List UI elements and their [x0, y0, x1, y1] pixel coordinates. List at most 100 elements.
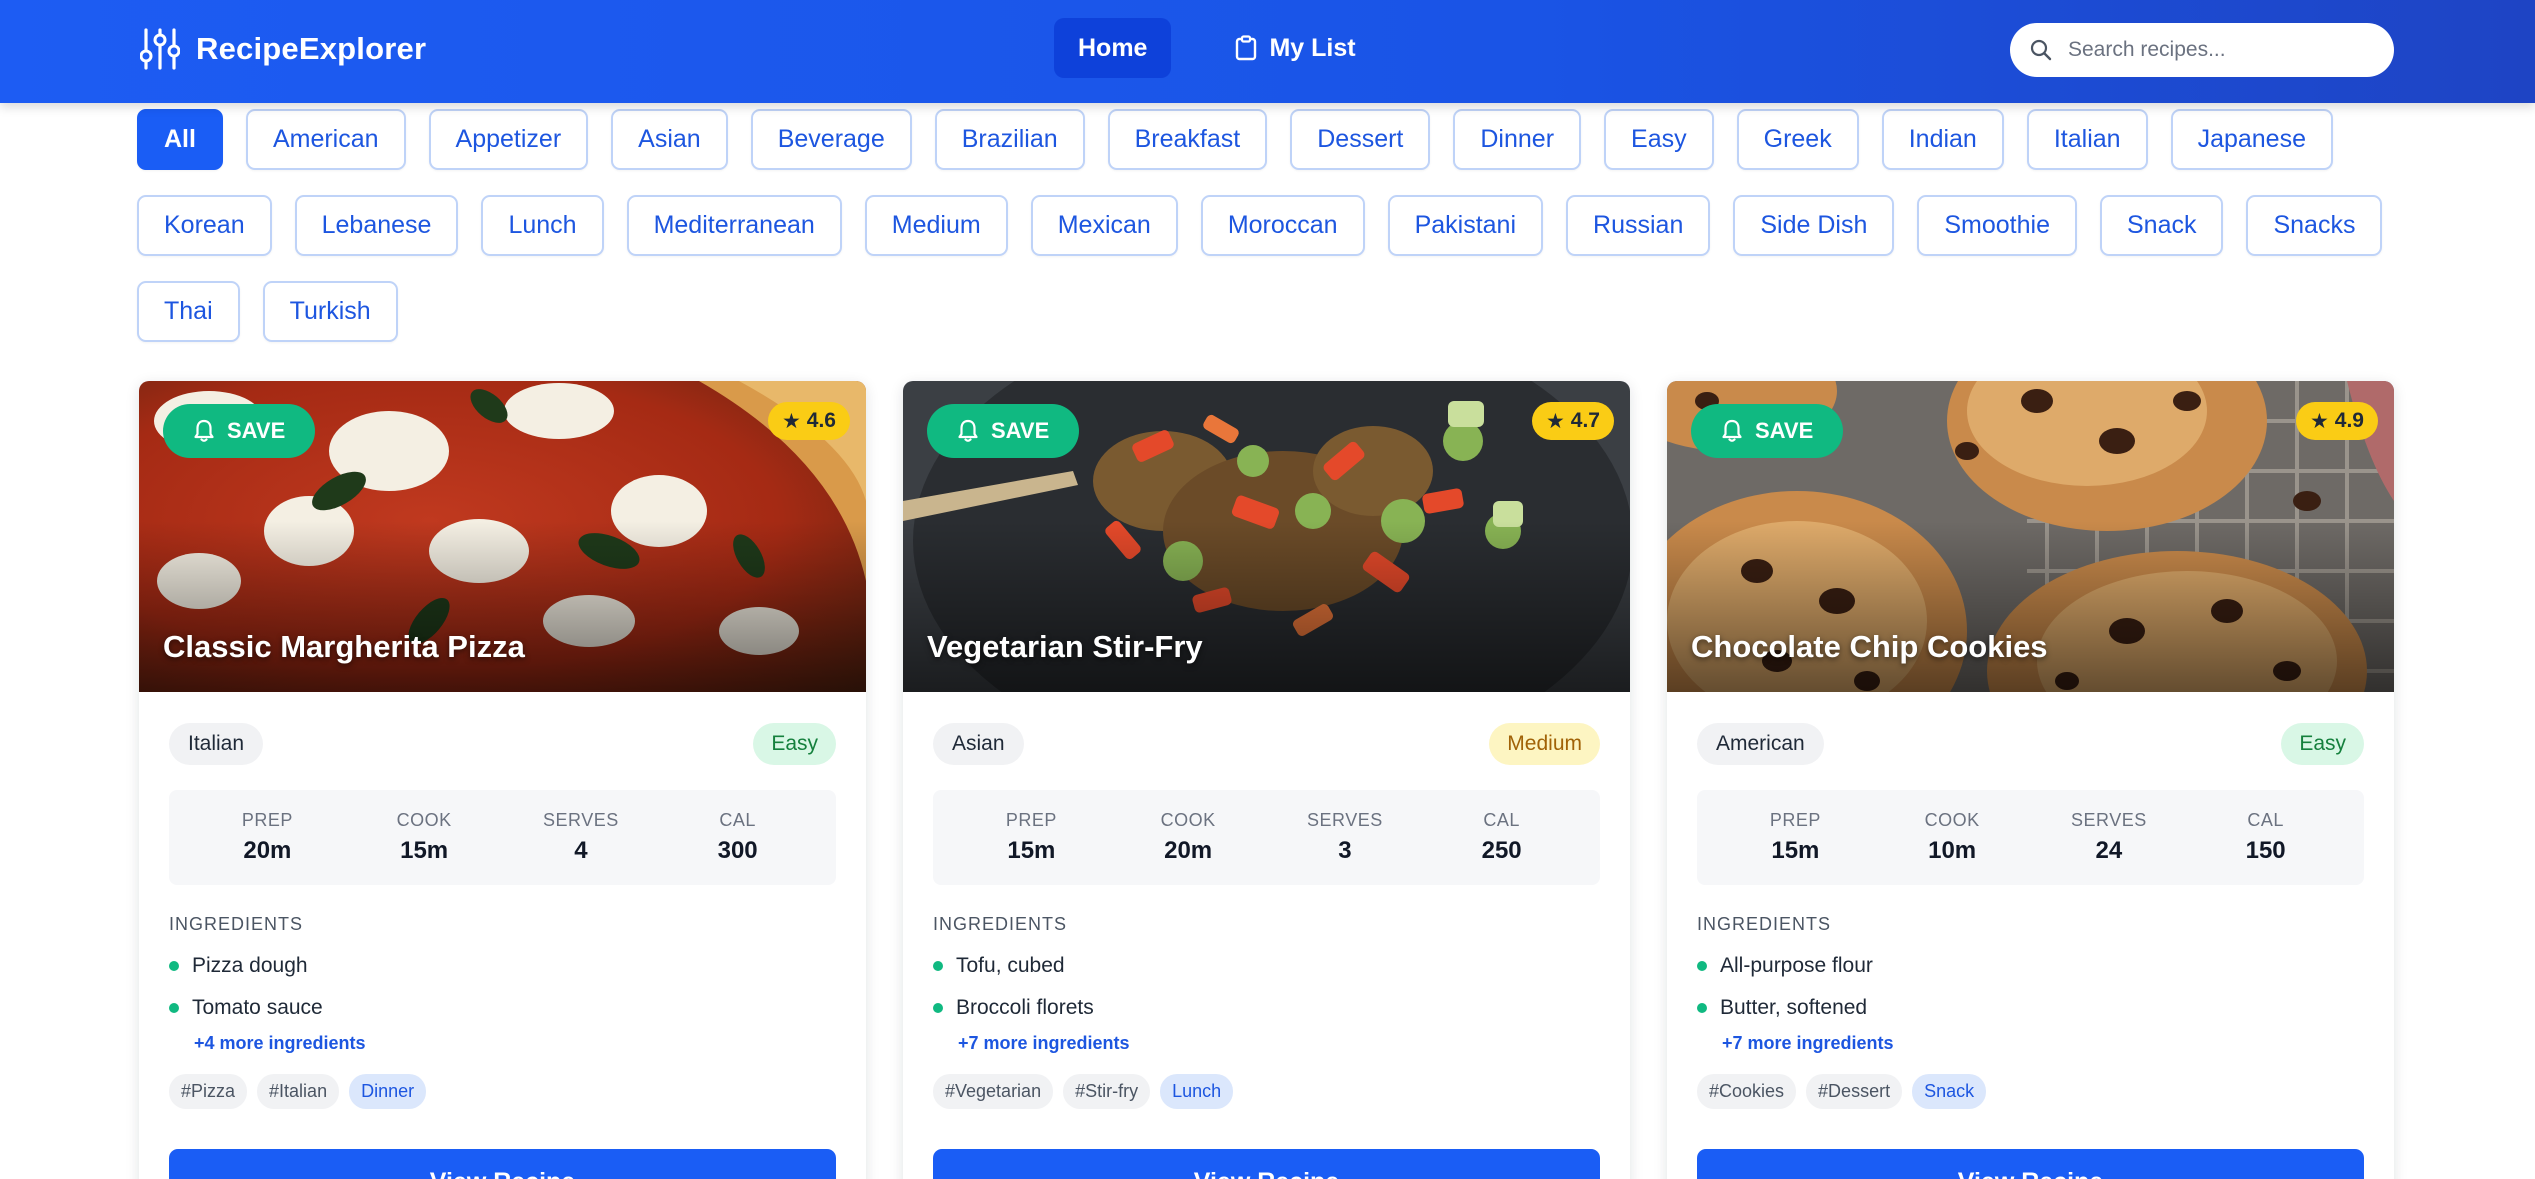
recipe-stats: PREP 15m COOK 10m SERVES 24 CAL 150 [1697, 790, 2364, 885]
bell-icon [1722, 419, 1742, 442]
bullet-dot [1697, 961, 1707, 971]
tag[interactable]: #Cookies [1697, 1074, 1797, 1109]
filter-chip-mediterranean[interactable]: Mediterranean [626, 195, 842, 256]
recipe-image[interactable]: SAVE ★ 4.6 Classic Margherita Pizza [139, 381, 866, 692]
ingredient-item: Broccoli florets [933, 987, 1600, 1029]
meal-tag[interactable]: Lunch [1160, 1074, 1234, 1109]
save-button[interactable]: SAVE [1691, 404, 1844, 458]
filter-chip-turkish[interactable]: Turkish [262, 281, 398, 342]
tag[interactable]: #Stir-fry [1063, 1074, 1151, 1109]
ingredients-heading: INGREDIENTS [933, 914, 1068, 934]
filter-chip-snacks[interactable]: Snacks [2246, 195, 2383, 256]
calories: 150 [2245, 837, 2286, 864]
view-recipe-button[interactable]: View Recipe [169, 1149, 836, 1179]
view-recipe-button[interactable]: View Recipe [1697, 1149, 2364, 1179]
filter-chip-dessert[interactable]: Dessert [1290, 109, 1431, 170]
meal-tag[interactable]: Dinner [349, 1074, 427, 1109]
difficulty-badge: Medium [1489, 723, 1600, 765]
filter-chip-thai[interactable]: Thai [137, 281, 240, 342]
search-input[interactable] [2068, 38, 2368, 62]
difficulty-badge: Easy [2281, 723, 2364, 765]
filter-chip-mexican[interactable]: Mexican [1030, 195, 1178, 256]
cal-label: CAL [2247, 810, 2284, 830]
recipe-card[interactable]: SAVE ★ 4.6 Classic Margherita Pizza Ital… [139, 381, 866, 1179]
filter-chip-lunch[interactable]: Lunch [481, 195, 604, 256]
cook-time: 15m [400, 837, 449, 864]
recipe-image[interactable]: SAVE ★ 4.7 Vegetarian Stir-Fry [903, 381, 1630, 692]
filter-chip-italian[interactable]: Italian [2026, 109, 2148, 170]
save-button[interactable]: SAVE [927, 404, 1080, 458]
filter-chip-medium[interactable]: Medium [864, 195, 1008, 256]
rating-value: 4.9 [2334, 409, 2364, 432]
save-button[interactable]: SAVE [163, 404, 316, 458]
nav-my-list[interactable]: My List [1211, 18, 1379, 78]
filter-chip-dinner[interactable]: Dinner [1453, 109, 1582, 170]
calories: 250 [1481, 837, 1522, 864]
filter-chip-lebanese[interactable]: Lebanese [294, 195, 459, 256]
recipe-card[interactable]: SAVE ★ 4.9 Chocolate Chip Cookies Americ… [1667, 381, 2394, 1179]
cook-label: COOK [1924, 810, 1980, 830]
search-bar [2010, 23, 2394, 77]
filter-chip-easy[interactable]: Easy [1604, 109, 1714, 170]
app-name: RecipeExplorer [196, 31, 427, 66]
category-filters: All American Appetizer Asian Beverage Br… [137, 109, 2397, 342]
star-icon: ★ [2309, 409, 2329, 433]
filter-chip-all[interactable]: All [137, 109, 223, 170]
cuisine-badge: Italian [169, 723, 264, 765]
recipe-card[interactable]: SAVE ★ 4.7 Vegetarian Stir-Fry Asian Med… [903, 381, 1630, 1179]
ingredient-item: Pizza dough [169, 945, 836, 987]
difficulty-badge: Easy [753, 723, 836, 765]
cook-label: COOK [1160, 810, 1216, 830]
ingredient-item: Butter, softened [1697, 987, 2364, 1029]
filter-chip-american[interactable]: American [245, 109, 406, 170]
ingredient-list: Tofu, cubed Broccoli florets [933, 945, 1600, 1029]
more-ingredients-link[interactable]: +7 more ingredients [1722, 1033, 1894, 1054]
bullet-dot [1697, 1003, 1707, 1013]
filter-chip-appetizer[interactable]: Appetizer [428, 109, 589, 170]
tag[interactable]: #Italian [257, 1074, 340, 1109]
nav-home[interactable]: Home [1054, 18, 1172, 78]
save-label: SAVE [227, 418, 286, 443]
more-ingredients-link[interactable]: +4 more ingredients [194, 1033, 366, 1054]
prep-time: 15m [1771, 837, 1820, 864]
cal-label: CAL [1483, 810, 1520, 830]
more-ingredients-link[interactable]: +7 more ingredients [958, 1033, 1130, 1054]
ingredient-list: Pizza dough Tomato sauce [169, 945, 836, 1029]
filter-chip-side-dish[interactable]: Side Dish [1733, 195, 1895, 256]
nav-my-list-label: My List [1269, 33, 1356, 62]
tag[interactable]: #Pizza [169, 1074, 248, 1109]
view-recipe-button[interactable]: View Recipe [933, 1149, 1600, 1179]
ingredient-item: Tofu, cubed [933, 945, 1600, 987]
filter-chip-japanese[interactable]: Japanese [2170, 109, 2333, 170]
filter-chip-brazilian[interactable]: Brazilian [934, 109, 1085, 170]
filter-chip-asian[interactable]: Asian [611, 109, 728, 170]
filter-chip-indian[interactable]: Indian [1881, 109, 2004, 170]
rating-badge: ★ 4.9 [2295, 402, 2378, 440]
tag[interactable]: #Vegetarian [933, 1074, 1054, 1109]
meal-tag[interactable]: Snack [1912, 1074, 1987, 1109]
cook-label: COOK [396, 810, 452, 830]
cuisine-badge: Asian [933, 723, 1024, 765]
filter-chip-korean[interactable]: Korean [137, 195, 272, 256]
app-logo[interactable]: RecipeExplorer [140, 27, 426, 71]
filter-chip-smoothie[interactable]: Smoothie [1917, 195, 2077, 256]
top-nav-bar: RecipeExplorer Home My List [0, 0, 2535, 103]
filter-chip-russian[interactable]: Russian [1566, 195, 1711, 256]
filter-chip-breakfast[interactable]: Breakfast [1107, 109, 1268, 170]
filter-chip-snack[interactable]: Snack [2099, 195, 2224, 256]
bell-icon [194, 419, 214, 442]
bullet-dot [933, 1003, 943, 1013]
prep-label: PREP [1005, 810, 1057, 830]
bell-icon [958, 419, 978, 442]
recipe-image[interactable]: SAVE ★ 4.9 Chocolate Chip Cookies [1667, 381, 2394, 692]
recipe-title: Vegetarian Stir-Fry [927, 629, 1203, 664]
rating-badge: ★ 4.7 [1531, 402, 1614, 440]
tag[interactable]: #Dessert [1806, 1074, 1903, 1109]
cook-time: 20m [1164, 837, 1213, 864]
filter-chip-greek[interactable]: Greek [1736, 109, 1859, 170]
filter-chip-moroccan[interactable]: Moroccan [1200, 195, 1365, 256]
tag-list: #Cookies #Dessert Snack [1697, 1074, 2364, 1109]
star-icon: ★ [1545, 409, 1565, 433]
filter-chip-beverage[interactable]: Beverage [750, 109, 912, 170]
filter-chip-pakistani[interactable]: Pakistani [1387, 195, 1544, 256]
